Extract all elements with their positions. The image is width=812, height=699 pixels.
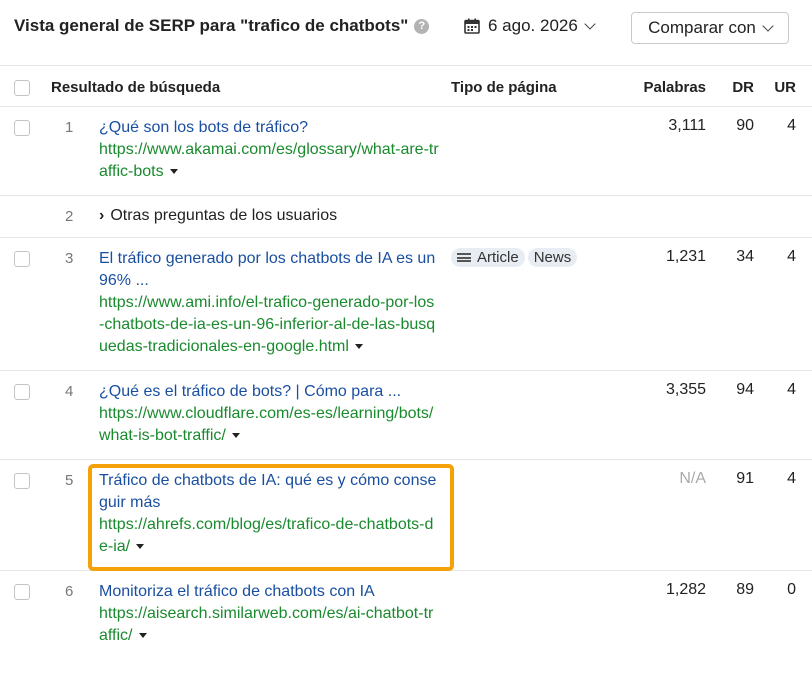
words-value: 1,231 <box>615 237 707 371</box>
help-icon[interactable]: ? <box>414 19 430 34</box>
column-header-page-type[interactable]: Tipo de página <box>451 65 616 107</box>
page-type-tag: Article <box>451 248 525 267</box>
result-title-link[interactable]: ¿Qué son los bots de tráfico? <box>99 117 439 139</box>
chevron-right-icon: › <box>99 207 105 224</box>
page-type-tag: News <box>527 248 578 267</box>
column-header-words[interactable]: Palabras <box>615 65 707 107</box>
ur-value: 4 <box>754 370 812 460</box>
article-icon <box>457 253 472 262</box>
ur-value: 4 <box>754 459 812 571</box>
row-checkbox[interactable] <box>14 384 30 400</box>
serp-table: Resultado de búsqueda Tipo de página Pal… <box>0 65 812 659</box>
result-url-link[interactable]: https://www.ami.info/el-trafico-generado… <box>99 292 439 358</box>
table-row: 4 ¿Qué es el tráfico de bots? | Cómo par… <box>0 370 812 460</box>
result-url-link[interactable]: https://ahrefs.com/blog/es/trafico-de-ch… <box>99 514 439 558</box>
row-checkbox[interactable] <box>14 251 30 267</box>
dr-value: 91 <box>706 459 755 571</box>
caret-down-icon[interactable] <box>138 633 147 638</box>
row-checkbox[interactable] <box>14 120 30 136</box>
date-picker[interactable]: 6 ago. 2026 <box>464 16 596 36</box>
table-header-row: Resultado de búsqueda Tipo de página Pal… <box>0 65 812 107</box>
table-row: 6 Monitoriza el tráfico de chatbots con … <box>0 570 812 659</box>
words-value: 1,282 <box>615 570 707 659</box>
result-title-link[interactable]: Monitoriza el tráfico de chatbots con IA <box>99 581 439 603</box>
chevron-down-icon <box>762 20 774 32</box>
result-url-link[interactable]: https://aisearch.similarweb.com/es/ai-ch… <box>99 603 439 647</box>
row-checkbox[interactable] <box>14 584 30 600</box>
ur-value: 4 <box>754 237 812 371</box>
position: 3 <box>51 237 99 371</box>
table-row: 3 El tráfico generado por los chatbots d… <box>0 237 812 371</box>
caret-down-icon[interactable] <box>169 169 178 174</box>
header: Vista general de SERP para "trafico de c… <box>0 0 812 64</box>
position: 5 <box>51 459 99 571</box>
result-url-link[interactable]: https://www.cloudflare.com/es-es/learnin… <box>99 403 439 447</box>
caret-down-icon[interactable] <box>231 433 240 438</box>
words-value: N/A <box>615 459 707 571</box>
result-title-link[interactable]: Tráfico de chatbots de IA: qué es y cómo… <box>99 470 439 514</box>
table-row-highlighted: 5 Tráfico de chatbots de IA: qué es y có… <box>0 459 812 571</box>
column-header-ur[interactable]: UR <box>754 65 812 107</box>
compare-button[interactable]: Comparar con <box>631 12 789 44</box>
caret-down-icon[interactable] <box>136 544 145 549</box>
date-label: 6 ago. 2026 <box>488 16 578 35</box>
result-url-link[interactable]: https://www.akamai.com/es/glossary/what-… <box>99 139 439 183</box>
dr-value: 94 <box>706 370 755 460</box>
calendar-icon <box>464 18 480 34</box>
position: 4 <box>51 370 99 460</box>
table-row: 1 ¿Qué son los bots de tráfico? https://… <box>0 106 812 196</box>
chevron-down-icon <box>584 18 596 30</box>
position: 1 <box>51 106 99 196</box>
position: 2 <box>51 195 99 238</box>
caret-down-icon[interactable] <box>354 344 363 349</box>
dr-value: 34 <box>706 237 755 371</box>
row-checkbox[interactable] <box>14 473 30 489</box>
ur-value: 0 <box>754 570 812 659</box>
page-title: Vista general de SERP para "trafico de c… <box>14 16 430 36</box>
column-header-dr[interactable]: DR <box>706 65 755 107</box>
ur-value: 4 <box>754 106 812 196</box>
other-questions-toggle[interactable]: › Otras preguntas de los usuarios <box>99 195 812 238</box>
table-row: 2 › Otras preguntas de los usuarios <box>0 195 812 238</box>
dr-value: 90 <box>706 106 755 196</box>
position: 6 <box>51 570 99 659</box>
result-title-link[interactable]: ¿Qué es el tráfico de bots? | Cómo para … <box>99 381 439 403</box>
dr-value: 89 <box>706 570 755 659</box>
select-all-checkbox[interactable] <box>14 80 30 96</box>
words-value: 3,111 <box>615 106 707 196</box>
compare-label: Comparar con <box>648 18 756 37</box>
words-value: 3,355 <box>615 370 707 460</box>
result-title-link[interactable]: El tráfico generado por los chatbots de … <box>99 248 439 292</box>
column-header-result[interactable]: Resultado de búsqueda <box>51 65 452 107</box>
